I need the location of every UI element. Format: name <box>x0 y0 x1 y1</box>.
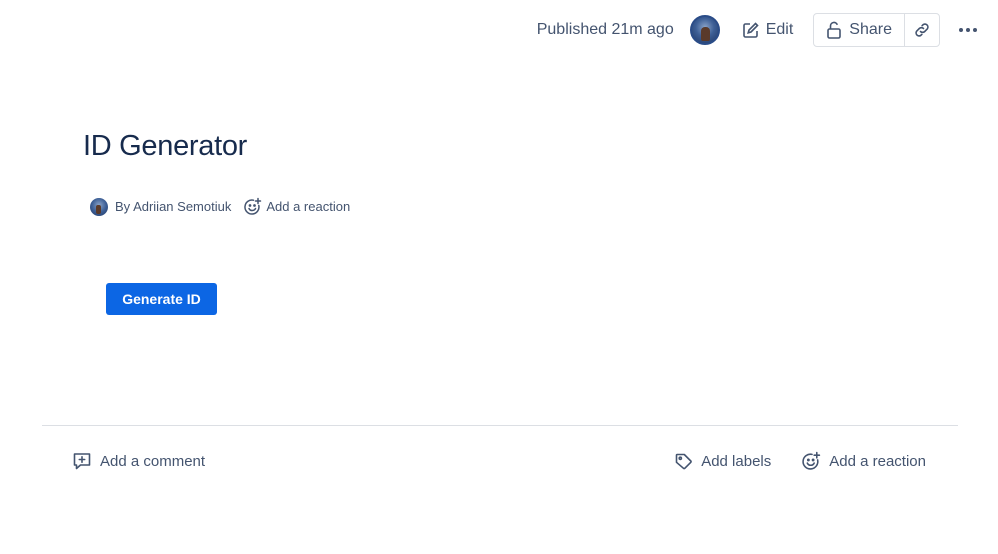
page-header: Published 21m ago Edit Share <box>537 13 980 47</box>
copy-link-button[interactable] <box>905 14 939 46</box>
author-byline[interactable]: By Adriian Semotiuk <box>115 199 231 214</box>
lock-icon <box>826 21 842 39</box>
footer-add-reaction-button[interactable]: Add a reaction <box>801 451 926 471</box>
add-labels-button[interactable]: Add labels <box>674 452 771 471</box>
page-footer: Add a comment Add labels Add a reaction <box>72 448 926 474</box>
divider <box>42 425 958 426</box>
share-group: Share <box>813 13 940 47</box>
add-reaction-label: Add a reaction <box>266 199 351 214</box>
share-label: Share <box>849 21 892 38</box>
generate-id-button[interactable]: Generate ID <box>106 283 217 315</box>
footer-actions: Add labels Add a reaction <box>674 451 926 471</box>
edit-icon <box>742 21 760 39</box>
edit-label: Edit <box>765 21 794 38</box>
share-button[interactable]: Share <box>814 14 905 46</box>
tag-icon <box>674 452 693 471</box>
more-actions-button[interactable] <box>956 27 980 33</box>
add-comment-button[interactable]: Add a comment <box>72 451 205 471</box>
comment-add-icon <box>72 451 92 471</box>
edit-button[interactable]: Edit <box>742 21 794 39</box>
link-icon <box>913 21 931 39</box>
page-title: ID Generator <box>83 130 248 162</box>
avatar[interactable] <box>689 15 720 45</box>
author-avatar[interactable] <box>90 197 108 216</box>
add-reaction-button[interactable]: Add a reaction <box>243 197 350 216</box>
published-status: Published 21m ago <box>536 21 674 38</box>
footer-add-reaction-label: Add a reaction <box>829 452 926 470</box>
emoji-add-icon <box>243 197 262 216</box>
more-icon <box>958 27 978 33</box>
add-comment-label: Add a comment <box>100 452 206 470</box>
add-labels-label: Add labels <box>701 452 772 470</box>
emoji-add-icon <box>801 451 821 471</box>
byline: By Adriian Semotiuk Add a reaction <box>90 197 350 216</box>
